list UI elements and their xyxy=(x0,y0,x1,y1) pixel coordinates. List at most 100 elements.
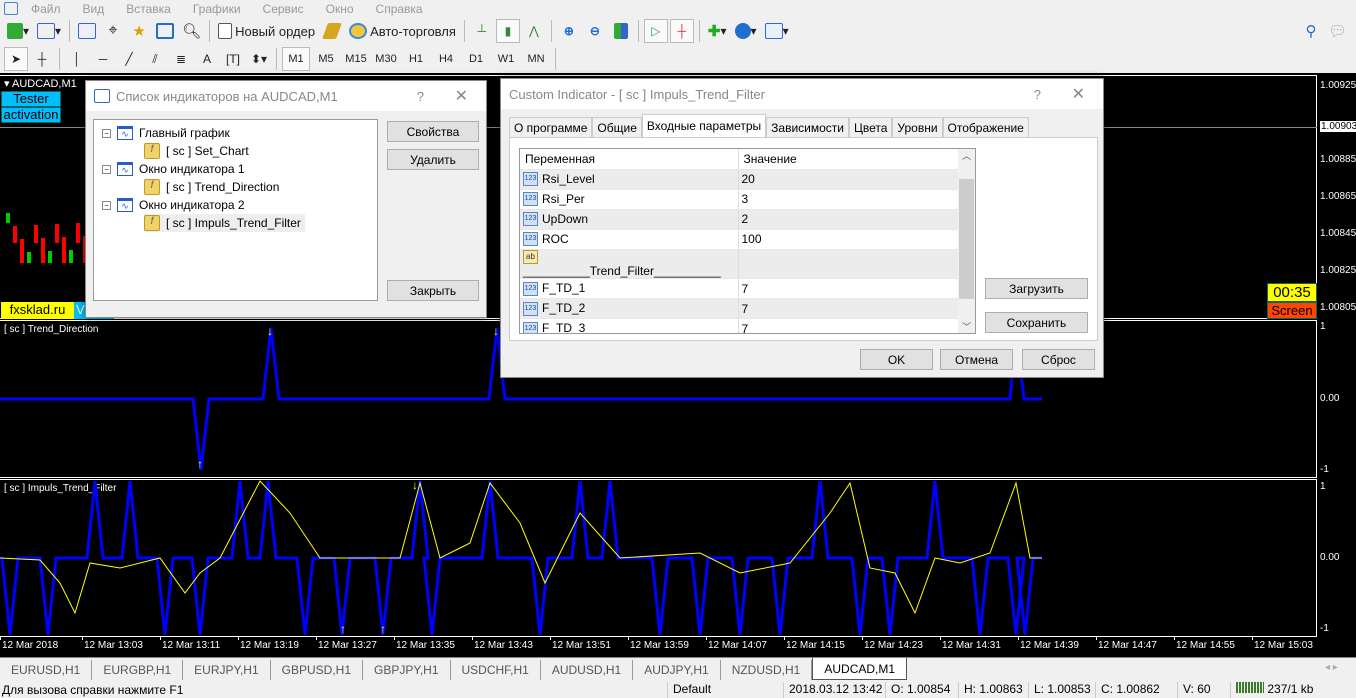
symbol-tab[interactable]: AUDJPY,H1 xyxy=(633,660,721,680)
tree-item-trend-direction[interactable]: f [ sc ] Trend_Direction xyxy=(144,178,279,196)
menu-insert[interactable]: Вставка xyxy=(115,2,182,16)
param-value-cell[interactable]: 2 xyxy=(737,209,958,230)
close-button[interactable]: Закрыть xyxy=(387,280,479,301)
load-button[interactable]: Загрузить xyxy=(985,278,1088,299)
arrows-button[interactable]: ⬍▾ xyxy=(247,47,271,71)
tab-dependencies[interactable]: Зависимости xyxy=(766,117,849,137)
param-row[interactable]: ab__________Trend_Filter__________ xyxy=(520,249,958,280)
symbol-tab[interactable]: GBPUSD,H1 xyxy=(271,660,364,680)
timeframe-h1[interactable]: H1 xyxy=(402,47,430,71)
symbol-tab[interactable]: NZDUSD,H1 xyxy=(721,660,813,680)
help-button[interactable]: ? xyxy=(417,89,424,104)
auto-trading-button[interactable]: Авто-торговля xyxy=(346,19,459,43)
data-window-button[interactable]: ⌖ xyxy=(101,19,125,43)
help-button[interactable]: ? xyxy=(1034,87,1041,102)
param-row[interactable]: 123 F_TD_2 7 xyxy=(520,298,958,320)
tab-common[interactable]: Общие xyxy=(592,117,642,137)
properties-button[interactable]: Свойства xyxy=(387,121,479,142)
timeframe-m1[interactable]: M1 xyxy=(282,47,310,71)
trendline-button[interactable]: ╱ xyxy=(117,47,141,71)
timeframe-mn[interactable]: MN xyxy=(522,47,550,71)
tab-inputs[interactable]: Входные параметры xyxy=(641,114,767,137)
tile-windows-button[interactable] xyxy=(609,19,633,43)
save-button[interactable]: Сохранить xyxy=(985,312,1088,333)
reset-button[interactable]: Сброс xyxy=(1022,349,1095,370)
tab-scroll-arrows[interactable]: ◂ ▸ xyxy=(1325,662,1338,673)
delete-button[interactable]: Удалить xyxy=(387,149,479,170)
param-value-cell[interactable]: 100 xyxy=(737,229,958,250)
tree-node-window-2[interactable]: − ∿ Окно индикатора 2 xyxy=(102,196,245,214)
navigator-button[interactable]: ★ xyxy=(127,19,151,43)
chart-shift-button[interactable]: ┼ xyxy=(669,19,694,43)
timeframe-m30[interactable]: M30 xyxy=(372,47,400,71)
zoom-out-button[interactable]: ⊖ xyxy=(583,19,607,43)
tree-node-main-chart[interactable]: − ∿ Главный график xyxy=(102,124,230,142)
fibonacci-button[interactable]: ≣ xyxy=(169,47,193,71)
inputs-table[interactable]: Переменная Значение 123 Rsi_Level 20 123 Rsi_… xyxy=(519,148,976,334)
scroll-down-icon[interactable]: ﹀ xyxy=(958,320,975,333)
close-icon[interactable]: ✕ xyxy=(455,86,468,106)
terminal-button[interactable] xyxy=(153,19,177,43)
symbol-tab[interactable]: GBPJPY,H1 xyxy=(363,660,451,680)
table-scrollbar[interactable]: ︿ ﹀ xyxy=(958,149,975,333)
param-row[interactable]: 123 Rsi_Per 3 xyxy=(520,189,958,210)
tab-about[interactable]: О программе xyxy=(509,117,593,137)
indicators-button[interactable]: ✚ ▾ xyxy=(705,19,730,43)
scrollbar-thumb[interactable] xyxy=(959,179,974,299)
param-value-cell[interactable]: 7 xyxy=(737,278,958,300)
new-chart-button[interactable]: ▾ xyxy=(4,19,32,43)
param-value-cell[interactable]: 7 xyxy=(737,318,958,333)
templates-button[interactable]: ▾ xyxy=(762,19,792,43)
metaeditor-button[interactable] xyxy=(320,19,344,43)
menu-charts[interactable]: Графики xyxy=(182,2,252,16)
symbol-tab[interactable]: AUDCAD,M1 xyxy=(812,658,908,680)
market-watch-button[interactable] xyxy=(75,19,99,43)
search-button[interactable]: ⚲ xyxy=(1299,19,1323,43)
symbol-tab[interactable]: AUDUSD,H1 xyxy=(541,660,634,680)
line-chart-button[interactable]: ⋀ xyxy=(522,19,546,43)
bar-chart-button[interactable]: ┴ xyxy=(470,19,494,43)
timeframe-m15[interactable]: M15 xyxy=(342,47,370,71)
ok-button[interactable]: OK xyxy=(860,349,933,370)
cancel-button[interactable]: Отмена xyxy=(940,349,1013,370)
param-value-cell[interactable]: 20 xyxy=(737,169,958,190)
auto-scroll-button[interactable]: ▷ xyxy=(643,19,668,43)
zoom-in-button[interactable]: ⊕ xyxy=(557,19,581,43)
symbol-tab[interactable]: USDCHF,H1 xyxy=(451,660,541,680)
tree-node-window-1[interactable]: − ∿ Окно индикатора 1 xyxy=(102,160,245,178)
tab-colors[interactable]: Цвета xyxy=(848,117,893,137)
strategy-tester-button[interactable]: 🔍︎ xyxy=(179,19,204,43)
text-label-button[interactable]: [T] xyxy=(221,47,245,71)
tab-visualization[interactable]: Отображение xyxy=(942,117,1029,137)
indicator-tree[interactable]: − ∿ Главный график f[ sc ] Set_Chart − ∿ Окн… xyxy=(93,119,378,301)
param-row[interactable]: 123 F_TD_1 7 xyxy=(520,278,958,300)
tab-levels[interactable]: Уровни xyxy=(892,117,943,137)
param-row[interactable]: 123 UpDown 2 xyxy=(520,209,958,230)
param-value-cell[interactable] xyxy=(737,249,958,280)
menu-view[interactable]: Вид xyxy=(72,2,116,16)
vertical-line-button[interactable]: │ xyxy=(65,47,89,71)
timeframe-h4[interactable]: H4 xyxy=(432,47,460,71)
crosshair-button[interactable]: ┼ xyxy=(30,47,54,71)
new-order-button[interactable]: Новый ордер xyxy=(215,19,318,43)
scroll-up-icon[interactable]: ︿ xyxy=(958,149,975,162)
candlestick-button[interactable]: ▮ xyxy=(495,19,520,43)
param-row[interactable]: 123 F_TD_3 7 xyxy=(520,318,958,333)
tree-item-set-chart[interactable]: f [ sc ] Set_Chart xyxy=(144,142,249,160)
menu-tools[interactable]: Сервис xyxy=(252,2,315,16)
column-header-value[interactable]: Значение xyxy=(737,149,958,170)
param-value-cell[interactable]: 3 xyxy=(737,189,958,210)
timeframe-d1[interactable]: D1 xyxy=(462,47,490,71)
menu-file[interactable]: Файл xyxy=(20,2,72,16)
param-value-cell[interactable]: 7 xyxy=(737,298,958,320)
periods-button[interactable]: ▾ xyxy=(732,19,760,43)
equidistant-channel-button[interactable]: ⫽ xyxy=(143,47,167,71)
symbol-tab[interactable]: EURUSD,H1 xyxy=(0,660,93,680)
column-header-variable[interactable]: Переменная xyxy=(520,149,738,170)
param-row[interactable]: 123 Rsi_Level 20 xyxy=(520,169,958,190)
symbol-tab[interactable]: EURGBP,H1 xyxy=(92,660,184,680)
close-icon[interactable]: ✕ xyxy=(1072,84,1085,104)
cursor-button[interactable]: ➤ xyxy=(4,47,28,71)
horizontal-line-button[interactable]: ─ xyxy=(91,47,115,71)
tree-item-impuls-trend-filter[interactable]: f [ sc ] Impuls_Trend_Filter xyxy=(144,214,305,232)
